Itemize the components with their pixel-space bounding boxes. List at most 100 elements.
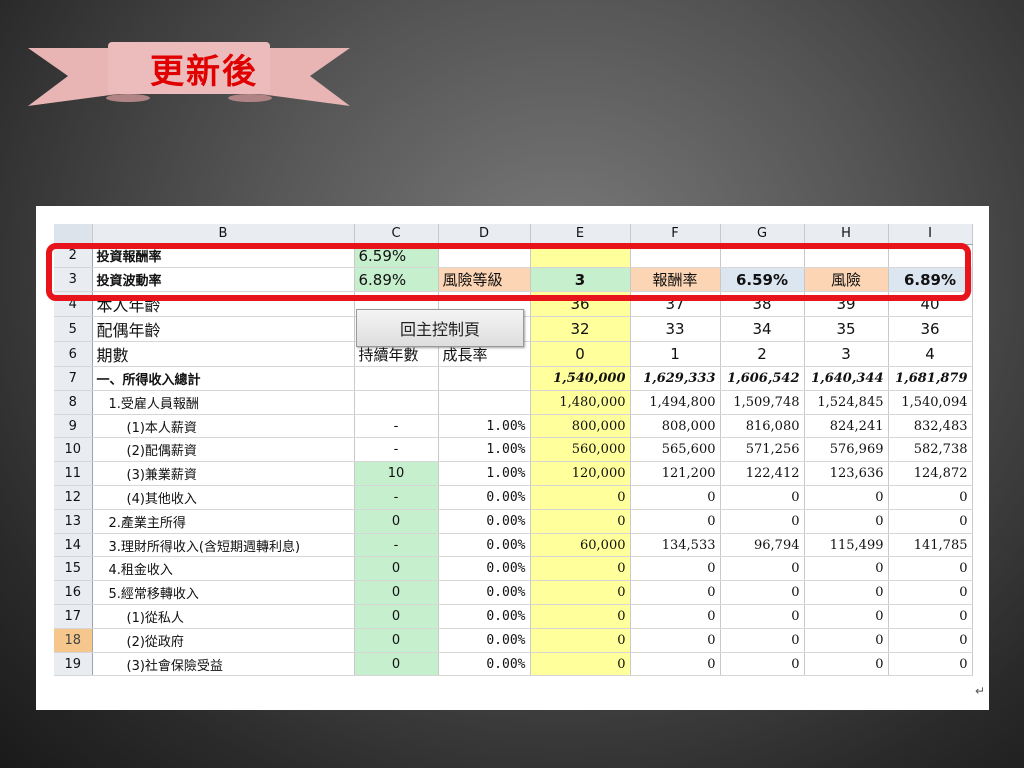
cell-i[interactable]: 0: [888, 628, 973, 653]
cell-e[interactable]: 0: [530, 604, 631, 629]
cell-h[interactable]: 0: [804, 485, 889, 510]
column-header[interactable]: E: [530, 224, 631, 245]
row-number[interactable]: 8: [54, 390, 93, 415]
cell-d[interactable]: 0.00%: [438, 604, 531, 629]
cell-e[interactable]: 0: [530, 580, 631, 606]
cell-d[interactable]: 0.00%: [438, 556, 531, 582]
cell-d[interactable]: 0.00%: [438, 509, 531, 534]
cell-h[interactable]: 1,640,344: [804, 366, 889, 391]
cell-d[interactable]: 0.00%: [438, 652, 531, 677]
cell-e[interactable]: 120,000: [530, 461, 631, 487]
cell-i[interactable]: 582,738: [888, 437, 973, 463]
cell-h[interactable]: 1,524,845: [804, 390, 889, 415]
cell-c[interactable]: 0: [354, 580, 439, 606]
cell-e[interactable]: 0: [530, 652, 631, 677]
cell-e[interactable]: 560,000: [530, 437, 631, 463]
cell-f[interactable]: 121,200: [630, 461, 721, 487]
cell-g[interactable]: 0: [720, 556, 805, 582]
cell-e[interactable]: 800,000: [530, 414, 631, 439]
cell-e[interactable]: 0: [530, 628, 631, 653]
cell-c[interactable]: [354, 366, 439, 391]
cell-label[interactable]: (2)從政府: [92, 628, 355, 653]
cell-f[interactable]: 0: [630, 604, 721, 629]
cell-i[interactable]: 0: [888, 556, 973, 582]
cell-label[interactable]: 4.租金收入: [92, 556, 355, 582]
cell-g[interactable]: 816,080: [720, 414, 805, 439]
row-number[interactable]: 11: [54, 461, 93, 487]
cell-h[interactable]: 0: [804, 580, 889, 606]
cell-e[interactable]: 0: [530, 509, 631, 534]
cell-i[interactable]: 124,872: [888, 461, 973, 487]
cell-label[interactable]: 5.經常移轉收入: [92, 580, 355, 606]
cell-f[interactable]: 1,494,800: [630, 390, 721, 415]
cell-d[interactable]: [438, 366, 531, 391]
cell-h[interactable]: 3: [804, 341, 889, 368]
cell-e[interactable]: 1,540,000: [530, 366, 631, 391]
cell-c[interactable]: 0: [354, 628, 439, 653]
row-number[interactable]: 18: [54, 628, 93, 653]
cell-f[interactable]: 0: [630, 652, 721, 677]
cell-f[interactable]: 1,629,333: [630, 366, 721, 391]
cell-h[interactable]: 123,636: [804, 461, 889, 487]
cell-h[interactable]: 0: [804, 604, 889, 629]
cell-i[interactable]: 141,785: [888, 533, 973, 558]
cell-g[interactable]: 0: [720, 580, 805, 606]
cell-i[interactable]: 0: [888, 580, 973, 606]
cell-c[interactable]: [354, 390, 439, 415]
cell-label[interactable]: (4)其他收入: [92, 485, 355, 510]
column-header[interactable]: B: [92, 224, 355, 245]
cell-f[interactable]: 565,600: [630, 437, 721, 463]
cell-h[interactable]: 115,499: [804, 533, 889, 558]
cell-g[interactable]: 0: [720, 628, 805, 653]
cell-h[interactable]: 824,241: [804, 414, 889, 439]
cell-h[interactable]: 576,969: [804, 437, 889, 463]
cell-e[interactable]: 60,000: [530, 533, 631, 558]
cell-h[interactable]: 0: [804, 509, 889, 534]
cell-c[interactable]: 0: [354, 509, 439, 534]
row-number[interactable]: 14: [54, 533, 93, 558]
cell-g[interactable]: 2: [720, 341, 805, 368]
cell-f[interactable]: 808,000: [630, 414, 721, 439]
cell-label[interactable]: (1)從私人: [92, 604, 355, 629]
cell-i[interactable]: 36: [888, 316, 973, 343]
cell-c[interactable]: 0: [354, 652, 439, 677]
cell-h[interactable]: 0: [804, 628, 889, 653]
cell-d[interactable]: 1.00%: [438, 461, 531, 487]
cell-d[interactable]: 0.00%: [438, 628, 531, 653]
cell-label[interactable]: 一、所得收入總計: [92, 366, 355, 391]
cell-c[interactable]: -: [354, 533, 439, 558]
cell-c[interactable]: 10: [354, 461, 439, 487]
cell-h[interactable]: 0: [804, 652, 889, 677]
row-number[interactable]: 17: [54, 604, 93, 629]
row-number[interactable]: 15: [54, 556, 93, 582]
cell-f[interactable]: 134,533: [630, 533, 721, 558]
cell-i[interactable]: 0: [888, 652, 973, 677]
cell-label[interactable]: (1)本人薪資: [92, 414, 355, 439]
cell-c[interactable]: 0: [354, 556, 439, 582]
control-page-button[interactable]: 回主控制頁: [356, 309, 524, 347]
row-number[interactable]: 12: [54, 485, 93, 510]
cell-label[interactable]: 1.受雇人員報酬: [92, 390, 355, 415]
row-number[interactable]: 13: [54, 509, 93, 534]
cell-c[interactable]: 0: [354, 604, 439, 629]
cell-f[interactable]: 0: [630, 628, 721, 653]
cell-d[interactable]: 1.00%: [438, 414, 531, 439]
select-all-corner[interactable]: [54, 224, 93, 245]
cell-g[interactable]: 0: [720, 652, 805, 677]
row-number[interactable]: 5: [54, 316, 93, 343]
cell-label[interactable]: 配偶年齡: [92, 316, 355, 343]
cell-i[interactable]: 1,540,094: [888, 390, 973, 415]
cell-d[interactable]: 1.00%: [438, 437, 531, 463]
row-number[interactable]: 19: [54, 652, 93, 677]
cell-f[interactable]: 33: [630, 316, 721, 343]
cell-d[interactable]: 0.00%: [438, 485, 531, 510]
cell-g[interactable]: 0: [720, 485, 805, 510]
cell-h[interactable]: 35: [804, 316, 889, 343]
cell-c[interactable]: -: [354, 414, 439, 439]
column-header[interactable]: F: [630, 224, 721, 245]
cell-g[interactable]: 122,412: [720, 461, 805, 487]
cell-e[interactable]: 0: [530, 341, 631, 368]
cell-label[interactable]: (2)配偶薪資: [92, 437, 355, 463]
cell-e[interactable]: 0: [530, 556, 631, 582]
cell-i[interactable]: 0: [888, 604, 973, 629]
